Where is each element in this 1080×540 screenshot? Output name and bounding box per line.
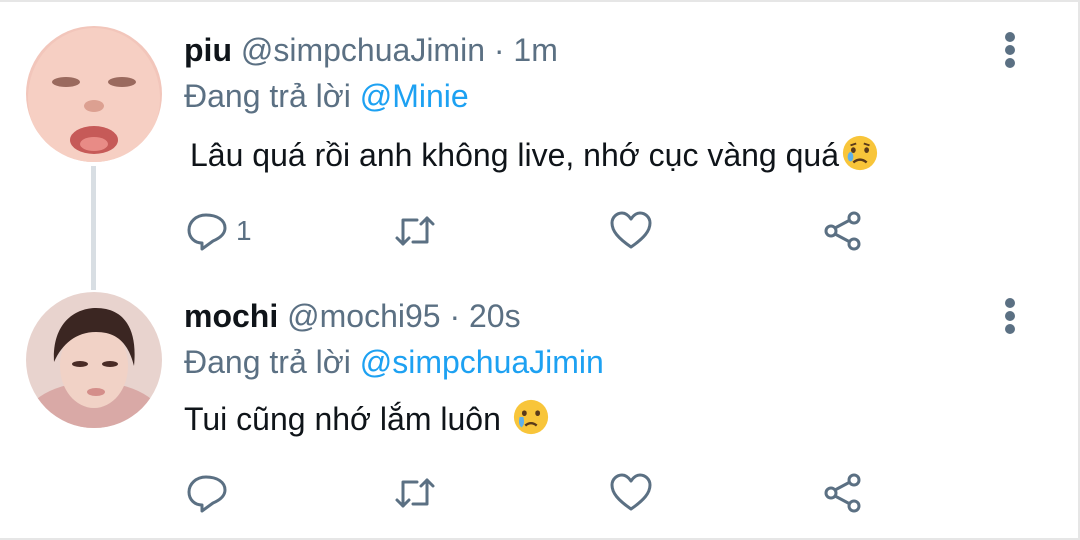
tweet-text: Lâu quá rồi anh không live, nhớ cục vàng… bbox=[190, 134, 879, 176]
replying-to: Đang trả lời @Minie bbox=[184, 76, 469, 116]
like-button[interactable] bbox=[608, 206, 654, 256]
user-handle[interactable]: @mochi95 bbox=[287, 298, 440, 334]
avatar[interactable] bbox=[26, 26, 162, 162]
share-button[interactable] bbox=[820, 206, 866, 256]
separator-dot: · bbox=[449, 298, 461, 334]
like-icon bbox=[610, 211, 652, 249]
crying-face-emoji bbox=[513, 399, 548, 435]
tweet[interactable]: mochi @mochi95 · 20s Đang trả lời @simpc… bbox=[0, 270, 1080, 540]
retweet-button[interactable] bbox=[392, 468, 438, 518]
replying-prefix: Đang trả lời bbox=[184, 344, 351, 380]
tweet-text-content: Lâu quá rồi anh không live, nhớ cục vàng… bbox=[190, 137, 839, 173]
reply-icon bbox=[187, 475, 227, 513]
user-handle[interactable]: @simpchuaJimin bbox=[241, 32, 485, 68]
reply-button[interactable] bbox=[184, 468, 236, 518]
display-name[interactable]: mochi bbox=[184, 298, 278, 334]
reply-count: 1 bbox=[236, 215, 252, 246]
tweet-header: mochi @mochi95 · 20s bbox=[184, 296, 521, 336]
tweet-text-content: Tui cũng nhớ lắm luôn bbox=[184, 401, 510, 437]
retweet-icon bbox=[395, 478, 435, 508]
tweet-header: piu @simpchuaJimin · 1m bbox=[184, 30, 558, 70]
tweet[interactable]: piu @simpchuaJimin · 1m Đang trả lời @Mi… bbox=[0, 0, 1080, 290]
like-button[interactable] bbox=[608, 468, 654, 518]
more-options-icon[interactable] bbox=[1000, 30, 1020, 70]
retweet-button[interactable] bbox=[392, 206, 438, 256]
share-icon bbox=[824, 211, 861, 251]
timestamp[interactable]: 20s bbox=[469, 298, 521, 334]
reply-button[interactable]: 1 bbox=[184, 206, 252, 256]
replying-prefix: Đang trả lời bbox=[184, 78, 351, 114]
tweet-actions bbox=[184, 468, 904, 518]
more-options-icon[interactable] bbox=[1000, 296, 1020, 336]
reply-icon bbox=[187, 213, 227, 251]
share-button[interactable] bbox=[820, 468, 866, 518]
separator-dot: · bbox=[493, 32, 505, 68]
tweet-actions: 1 bbox=[184, 206, 904, 256]
share-icon bbox=[824, 473, 861, 513]
timestamp[interactable]: 1m bbox=[513, 32, 557, 68]
retweet-icon bbox=[395, 216, 435, 246]
mention-link[interactable]: @Minie bbox=[360, 78, 469, 114]
tweet-text: Tui cũng nhớ lắm luôn bbox=[184, 398, 550, 440]
like-icon bbox=[610, 473, 652, 511]
mention-link[interactable]: @simpchuaJimin bbox=[360, 344, 604, 380]
sad-face-emoji bbox=[842, 135, 878, 171]
display-name[interactable]: piu bbox=[184, 32, 232, 68]
replying-to: Đang trả lời @simpchuaJimin bbox=[184, 342, 604, 382]
avatar[interactable] bbox=[26, 292, 162, 428]
